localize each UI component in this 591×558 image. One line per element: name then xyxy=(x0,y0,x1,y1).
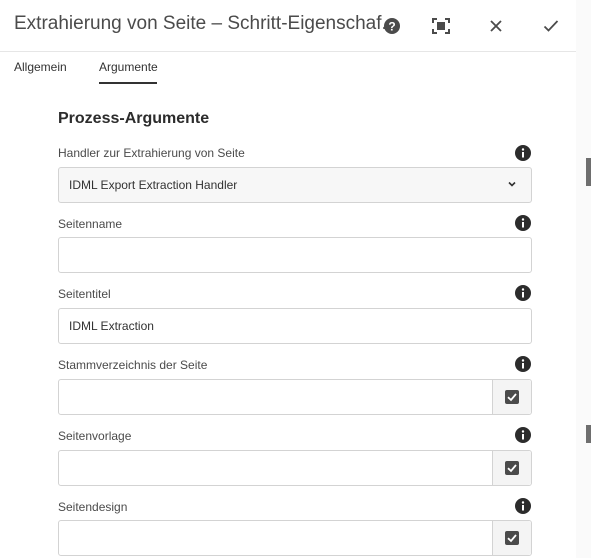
active-tab-indicator xyxy=(99,82,157,84)
close-icon[interactable] xyxy=(484,14,508,38)
checkbox-checked-icon xyxy=(505,461,519,475)
seitentitel-input[interactable]: IDML Extraction xyxy=(58,308,532,344)
seitenvorlage-input[interactable] xyxy=(58,450,532,486)
tab-argumente[interactable]: Argumente xyxy=(99,60,158,74)
chevron-down-icon xyxy=(508,181,516,187)
seitendesign-label: Seitendesign xyxy=(58,500,128,514)
info-icon[interactable] xyxy=(515,356,531,372)
dialog-title: Extrahierung von Seite – Schritt-Eigensc… xyxy=(14,13,398,34)
svg-text:?: ? xyxy=(388,20,395,34)
handler-label: Handler zur Extrahierung von Seite xyxy=(58,146,245,160)
seitentitel-label: Seitentitel xyxy=(58,287,111,301)
info-icon[interactable] xyxy=(515,145,531,161)
handler-select[interactable]: IDML Export Extraction Handler xyxy=(58,167,532,203)
seitenname-label: Seitenname xyxy=(58,217,123,231)
section-title: Prozess-Argumente xyxy=(58,110,210,127)
help-icon[interactable]: ? xyxy=(380,14,404,38)
browse-button[interactable] xyxy=(492,521,531,555)
tab-allgemein[interactable]: Allgemein xyxy=(14,60,67,74)
done-icon[interactable] xyxy=(539,14,563,38)
handler-select-value: IDML Export Extraction Handler xyxy=(69,178,238,192)
stammverzeichnis-label: Stammverzeichnis der Seite xyxy=(58,358,208,372)
info-icon[interactable] xyxy=(515,285,531,301)
info-icon[interactable] xyxy=(515,427,531,443)
seitentitel-value: IDML Extraction xyxy=(69,319,154,333)
info-icon[interactable] xyxy=(515,498,531,514)
seitenvorlage-label: Seitenvorlage xyxy=(58,429,132,443)
info-icon[interactable] xyxy=(515,215,531,231)
fullscreen-icon[interactable] xyxy=(429,14,453,38)
dialog-header: Extrahierung von Seite – Schritt-Eigensc… xyxy=(0,0,576,52)
seitenname-input[interactable] xyxy=(58,237,532,273)
browse-button[interactable] xyxy=(492,380,531,414)
checkbox-checked-icon xyxy=(505,531,519,545)
browse-button[interactable] xyxy=(492,451,531,485)
stammverzeichnis-input[interactable] xyxy=(58,379,532,415)
checkbox-checked-icon xyxy=(505,390,519,404)
seitendesign-input[interactable] xyxy=(58,520,532,556)
scroll-edge xyxy=(576,0,591,558)
